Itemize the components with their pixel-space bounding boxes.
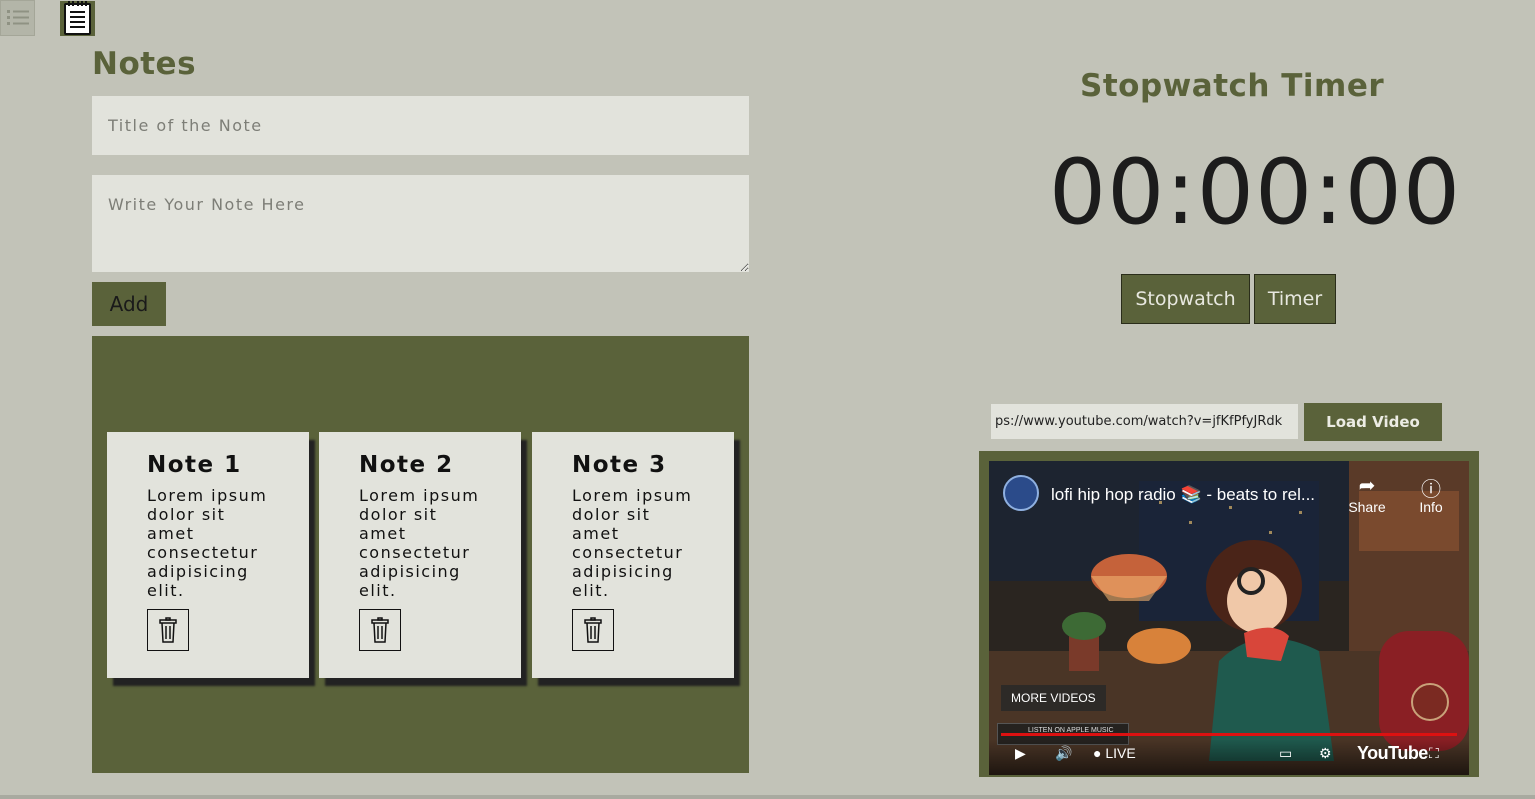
- note-title-input[interactable]: [92, 96, 749, 155]
- note-card-body: Lorem ipsum dolor sit amet consectetur a…: [572, 486, 693, 600]
- video-container: lofi hip hop radio 📚 - beats to rel... ➦…: [979, 451, 1479, 777]
- delete-note-button[interactable]: [359, 609, 401, 651]
- captions-icon[interactable]: ▭: [1279, 745, 1292, 762]
- note-card: Note 3 Lorem ipsum dolor sit amet consec…: [532, 432, 734, 678]
- notes-button[interactable]: [60, 0, 95, 36]
- note-card-body: Lorem ipsum dolor sit amet consectetur a…: [147, 486, 268, 600]
- stopwatch-heading: Stopwatch Timer: [1080, 68, 1385, 104]
- channel-avatar[interactable]: [1003, 475, 1039, 511]
- delete-note-button[interactable]: [147, 609, 189, 651]
- note-card-title: Note 2: [359, 452, 454, 478]
- channel-watermark[interactable]: [1411, 683, 1449, 721]
- stopwatch-mode-button[interactable]: Stopwatch: [1121, 274, 1250, 324]
- share-icon: ➦: [1358, 475, 1376, 497]
- play-icon[interactable]: ▶: [1015, 745, 1026, 762]
- trash-icon: [371, 617, 389, 643]
- more-videos-button[interactable]: MORE VIDEOS: [1001, 685, 1106, 711]
- notepad-icon: [64, 0, 91, 35]
- settings-gear-icon[interactable]: ⚙: [1319, 745, 1332, 762]
- time-display: 00:00:00: [1048, 140, 1462, 245]
- delete-note-button[interactable]: [572, 609, 614, 651]
- trash-icon: [159, 617, 177, 643]
- live-indicator: ● LIVE: [1093, 745, 1136, 761]
- load-video-button[interactable]: Load Video: [1304, 403, 1442, 441]
- video-player[interactable]: lofi hip hop radio 📚 - beats to rel... ➦…: [989, 461, 1469, 775]
- player-controls: ▶ 🔊 ● LIVE ▭ ⚙ YouTube ⛶: [989, 739, 1469, 775]
- note-card: Note 2 Lorem ipsum dolor sit amet consec…: [319, 432, 521, 678]
- trash-icon: [584, 617, 602, 643]
- note-card-body: Lorem ipsum dolor sit amet consectetur a…: [359, 486, 480, 600]
- notes-heading: Notes: [92, 46, 197, 82]
- checklist-icon: [6, 10, 29, 25]
- fullscreen-icon[interactable]: ⛶: [1429, 745, 1439, 762]
- note-body-textarea[interactable]: [92, 175, 749, 272]
- note-card-title: Note 3: [572, 452, 667, 478]
- bottom-border: [0, 795, 1535, 799]
- video-title[interactable]: lofi hip hop radio 📚 - beats to rel...: [1051, 485, 1315, 505]
- note-card-title: Note 1: [147, 452, 242, 478]
- youtube-logo[interactable]: YouTube: [1357, 743, 1428, 764]
- notes-board: Note 1 Lorem ipsum dolor sit amet consec…: [92, 336, 749, 773]
- timer-mode-button[interactable]: Timer: [1254, 274, 1336, 324]
- info-icon: ⓘ: [1421, 479, 1441, 501]
- progress-bar[interactable]: [1001, 733, 1457, 736]
- share-button[interactable]: ➦ Share: [1347, 473, 1387, 515]
- note-card: Note 1 Lorem ipsum dolor sit amet consec…: [107, 432, 309, 678]
- video-url-input[interactable]: [991, 404, 1298, 439]
- volume-icon[interactable]: 🔊: [1055, 745, 1072, 762]
- todo-list-button[interactable]: [0, 0, 35, 36]
- add-note-button[interactable]: Add: [92, 282, 166, 326]
- info-button[interactable]: ⓘ Info: [1413, 473, 1449, 515]
